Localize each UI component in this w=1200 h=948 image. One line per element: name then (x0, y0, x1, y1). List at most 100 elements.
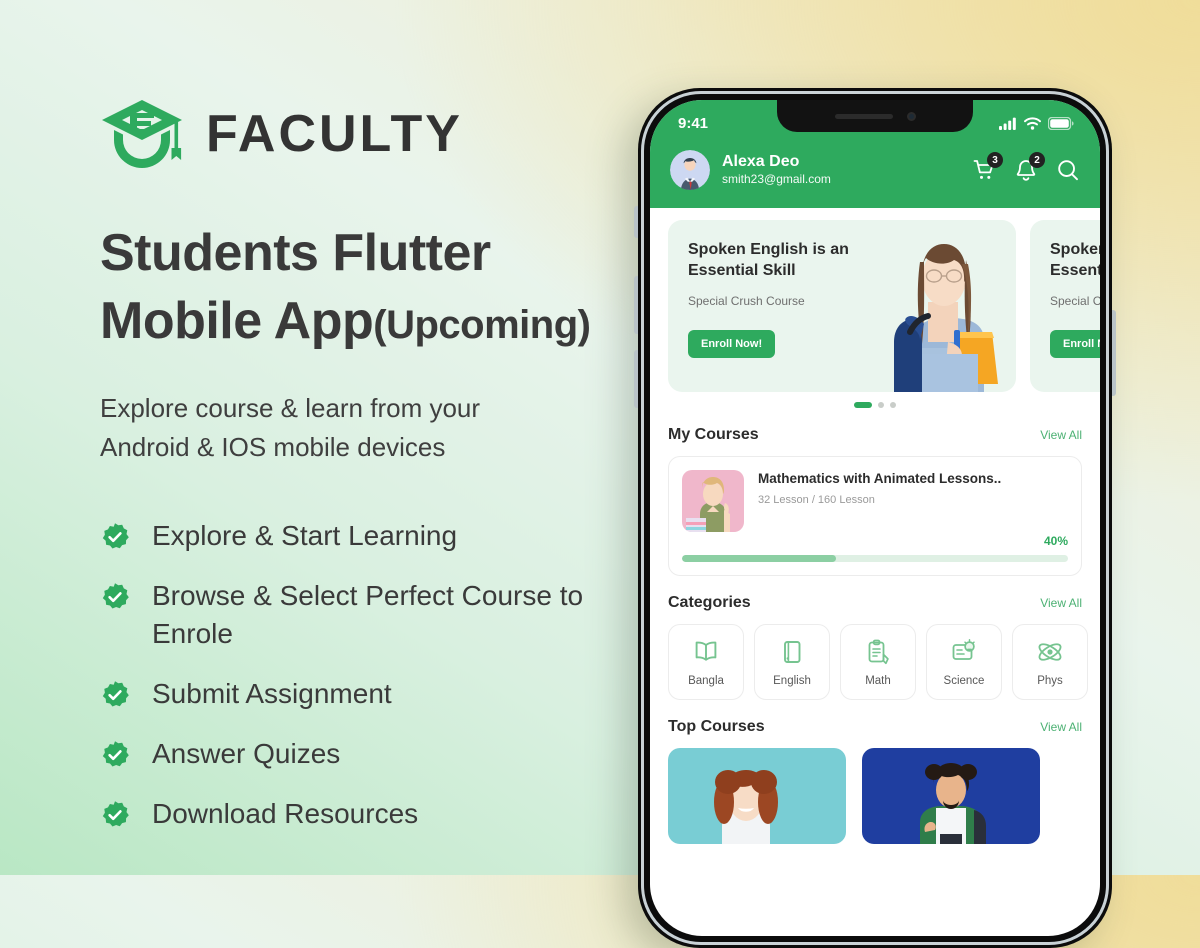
view-all-link[interactable]: View All (1040, 720, 1082, 734)
section-title: Categories (668, 594, 751, 611)
user-row: Alexa Deo smith23@gmail.com 3 2 (670, 150, 1080, 190)
progress-fill (682, 555, 837, 562)
phone-mockup: 9:41 Alexa Deo smith23@gmail.com 3 2 Spo… (634, 88, 1116, 948)
feature-label: Explore & Start Learning (152, 520, 458, 552)
phone-screen: 9:41 Alexa Deo smith23@gmail.com 3 2 Spo… (650, 100, 1100, 936)
list-item: Explore & Start Learning (100, 517, 640, 554)
user-identity: Alexa Deo smith23@gmail.com (722, 152, 831, 188)
notification-bell-icon[interactable]: 2 (1014, 152, 1045, 182)
banner-subtitle: Special Crush Course (688, 293, 805, 308)
cellular-signal-icon (999, 117, 1017, 130)
power-button[interactable] (1112, 310, 1116, 396)
top-course-card[interactable] (668, 748, 846, 844)
my-courses-section: My Courses View All Mathematics with Ani… (650, 426, 1100, 576)
course-lessons: 32 Lesson / 160 Lesson (758, 493, 875, 506)
carousel-dot[interactable] (890, 402, 896, 408)
list-item: Download Resources (100, 795, 640, 832)
subheadline: Explore course & learn from your Android… (100, 389, 640, 467)
course-card[interactable]: Mathematics with Animated Lessons.. 32 L… (668, 456, 1082, 576)
page-title: Students Flutter Mobile App(Upcoming) (100, 220, 640, 355)
phone-notch (777, 100, 973, 132)
course-info: Mathematics with Animated Lessons.. 32 L… (758, 470, 1068, 532)
volume-up-button[interactable] (634, 276, 638, 334)
top-courses-section: Top Courses View All (650, 718, 1100, 844)
view-all-link[interactable]: View All (1040, 596, 1082, 610)
category-label: Phys (1037, 674, 1063, 687)
marketing-panel: FACULTY Students Flutter Mobile App(Upco… (100, 92, 640, 833)
brand-logo: FACULTY (100, 92, 640, 176)
course-progress-bar (682, 555, 1068, 562)
enroll-now-button[interactable]: Enroll Now! (1050, 329, 1100, 358)
course-thumbnail (682, 470, 744, 532)
student-photo (862, 224, 1014, 392)
banner-card[interactable]: Spoken English is an Essential Skill Spe… (668, 220, 1016, 392)
list-item: Browse & Select Perfect Course to Enrole (100, 577, 640, 651)
check-badge-icon (100, 740, 130, 770)
banner-subtitle: Special Crush Course (1050, 293, 1100, 308)
banner-card[interactable]: Spoken English is an Essential Skill Spe… (1030, 220, 1100, 392)
user-email: smith23@gmail.com (722, 172, 831, 187)
physics-icon (1036, 638, 1064, 666)
front-camera-icon (906, 111, 916, 121)
search-icon[interactable] (1056, 158, 1080, 182)
top-courses-list (668, 748, 1082, 844)
category-label: Science (943, 674, 985, 687)
list-item: Answer Quizes (100, 735, 640, 772)
category-item-bangla[interactable]: Bangla (668, 624, 744, 700)
feature-label: Answer Quizes (152, 738, 341, 770)
categories-section: Categories View All Bangla English Math … (650, 594, 1100, 700)
feature-list: Explore & Start Learning Browse & Select… (100, 517, 640, 832)
category-item-science[interactable]: Science (926, 624, 1002, 700)
shopping-cart-icon[interactable]: 3 (972, 152, 1003, 182)
carousel-dots[interactable] (650, 402, 1100, 408)
clipboard-pencil-icon (864, 638, 892, 666)
carousel-dot-active[interactable] (854, 402, 872, 408)
list-item: Submit Assignment (100, 675, 640, 712)
closed-book-icon (778, 638, 806, 666)
carousel-dot[interactable] (878, 402, 884, 408)
earpiece-speaker-icon (834, 113, 893, 119)
science-card-icon (950, 638, 978, 666)
avatar[interactable] (670, 150, 710, 190)
section-title: Top Courses (668, 718, 765, 735)
feature-label: Browse & Select Perfect Course to Enrole (152, 580, 584, 649)
battery-full-icon (1048, 116, 1074, 130)
check-badge-icon (100, 680, 130, 710)
top-course-card[interactable] (862, 748, 1040, 844)
category-item-math[interactable]: Math (840, 624, 916, 700)
category-item-english[interactable]: English (754, 624, 830, 700)
check-badge-icon (100, 800, 130, 830)
subheadline-line-2: Android & IOS mobile devices (100, 432, 446, 463)
section-title: My Courses (668, 426, 759, 443)
banner-title: Spoken English is an Essential Skill (1050, 241, 1100, 279)
feature-label: Download Resources (152, 798, 419, 830)
section-header: Categories View All (668, 594, 1082, 612)
category-item-physics[interactable]: Phys (1012, 624, 1088, 700)
section-header: My Courses View All (668, 426, 1082, 444)
bell-badge: 2 (1029, 152, 1045, 168)
category-label: Math (865, 674, 891, 687)
enroll-now-button[interactable]: Enroll Now! (688, 329, 776, 358)
status-time: 9:41 (678, 114, 709, 132)
volume-down-button[interactable] (634, 350, 638, 408)
status-icons (999, 116, 1080, 130)
headline-line-2: Mobile App(Upcoming) (100, 288, 640, 356)
cart-badge: 3 (987, 152, 1003, 168)
check-badge-icon (100, 582, 130, 612)
open-book-icon (692, 638, 720, 666)
banner-track: Spoken English is an Essential Skill Spe… (650, 220, 1100, 392)
subheadline-line-1: Explore course & learn from your (100, 393, 481, 424)
course-progress-percent: 40% (1043, 534, 1068, 548)
course-title: Mathematics with Animated Lessons.. (758, 471, 1002, 486)
silent-switch[interactable] (634, 206, 638, 238)
view-all-link[interactable]: View All (1040, 428, 1082, 442)
check-badge-icon (100, 522, 130, 552)
headline-line-1: Students Flutter (100, 224, 491, 282)
category-label: Bangla (688, 674, 724, 687)
banner-carousel[interactable]: Spoken English is an Essential Skill Spe… (650, 208, 1100, 408)
banner-title: Spoken English is an Essential Skill (688, 241, 849, 279)
category-label: English (773, 674, 811, 687)
banner-text: Spoken English is an Essential Skill Spe… (1030, 220, 1100, 392)
graduation-cap-icon (100, 98, 184, 170)
banner-text: Spoken English is an Essential Skill Spe… (668, 220, 864, 392)
